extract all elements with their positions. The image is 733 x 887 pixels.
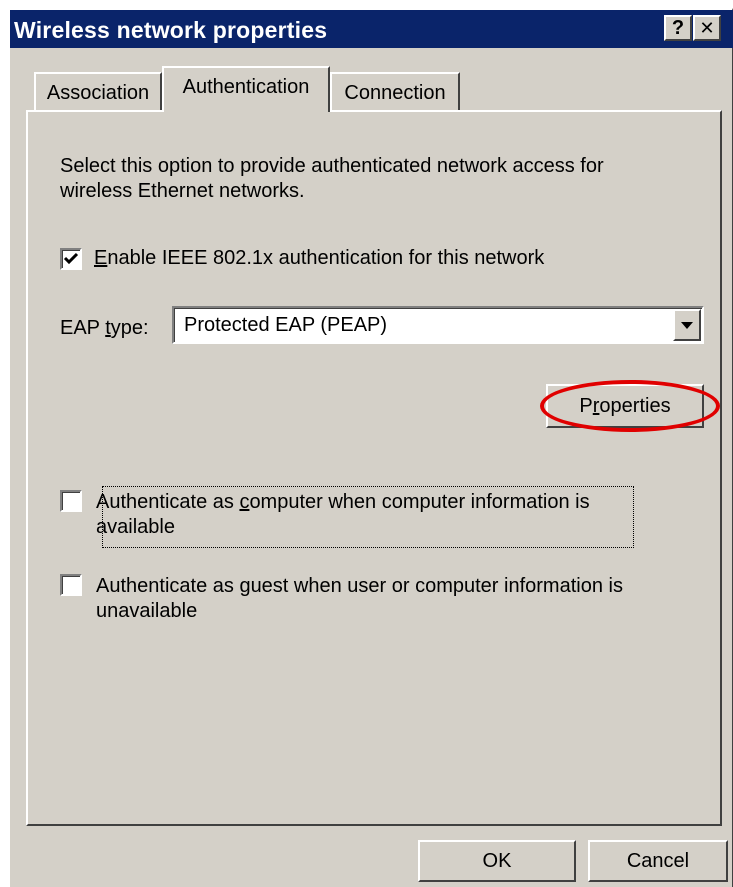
chevron-down-icon [681, 322, 693, 329]
auth-as-computer-mnemonic: c [239, 491, 250, 513]
auth-as-guest-label-line-2[interactable]: unavailable [96, 599, 197, 624]
auth-as-guest-post: uest when user or computer information i… [250, 575, 623, 597]
auth-as-computer-label-line-2[interactable]: available [96, 515, 175, 540]
eap-type-select[interactable]: Protected EAP (PEAP) [172, 306, 704, 344]
eap-type-label-pre: EAP [60, 317, 106, 339]
auth-as-computer-label[interactable]: Authenticate as computer when computer i… [96, 490, 590, 515]
window-title: Wireless network properties [14, 17, 328, 43]
eap-type-label-post: ype: [110, 317, 149, 339]
wireless-network-properties-dialog: Wireless network properties ? ✕ Associat… [8, 8, 733, 887]
enable-8021x-mnemonic: E [94, 247, 108, 269]
tab-association-label: Association [46, 82, 150, 104]
tab-authentication-label: Authentication [182, 76, 310, 98]
auth-as-computer-post: omputer when computer information is [249, 491, 590, 513]
auth-as-guest-pre: Authenticate as [96, 575, 240, 597]
auth-as-computer-checkbox[interactable] [60, 490, 82, 512]
checkmark-icon [63, 252, 79, 265]
ok-button[interactable]: OK [418, 840, 576, 882]
cancel-button[interactable]: Cancel [588, 840, 728, 882]
tab-connection[interactable]: Connection [330, 72, 460, 110]
tab-authentication[interactable]: Authentication [162, 66, 330, 112]
description-line-1: Select this option to provide authentica… [60, 155, 604, 177]
eap-type-label: EAP type: [60, 316, 149, 341]
tab-panel [26, 110, 722, 826]
help-button[interactable]: ? [664, 15, 692, 41]
tab-association[interactable]: Association [34, 72, 162, 110]
highlight-ellipse [540, 380, 720, 432]
description-line-2: wireless Ethernet networks. [60, 180, 305, 202]
enable-8021x-label[interactable]: Enable IEEE 802.1x authentication for th… [94, 246, 544, 271]
tab-connection-label: Connection [344, 82, 446, 104]
auth-as-guest-label[interactable]: Authenticate as guest when user or compu… [96, 574, 623, 599]
dropdown-arrow-button[interactable] [673, 309, 701, 341]
auth-as-guest-mnemonic: g [239, 575, 251, 597]
enable-8021x-label-text: nable IEEE 802.1x authentication for thi… [107, 247, 545, 269]
auth-as-computer-pre: Authenticate as [96, 491, 240, 513]
close-icon[interactable]: ✕ [693, 15, 721, 41]
title-bar[interactable]: Wireless network properties ? ✕ [10, 10, 733, 48]
auth-as-guest-checkbox[interactable] [60, 574, 82, 596]
eap-type-value: Protected EAP (PEAP) [184, 314, 388, 336]
enable-8021x-checkbox[interactable] [60, 248, 82, 270]
